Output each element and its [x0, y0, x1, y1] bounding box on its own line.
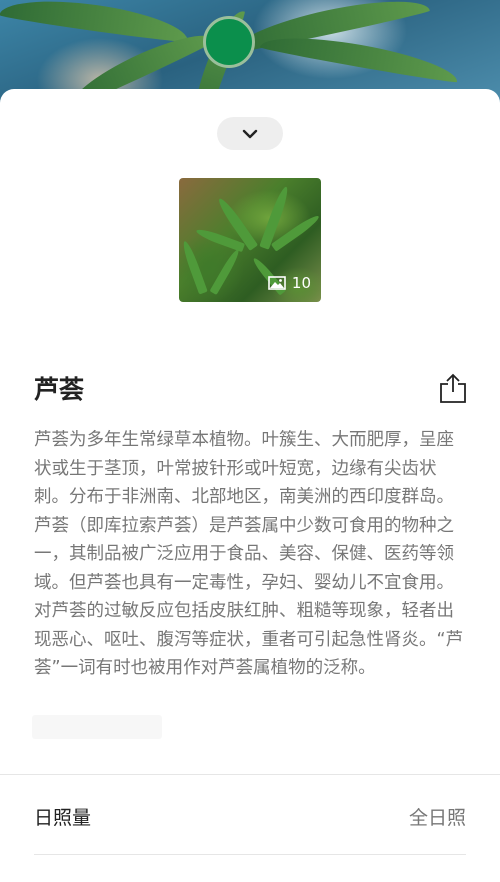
- shutter-button[interactable]: [203, 16, 255, 68]
- plant-leaf: [180, 239, 208, 295]
- attribute-value-sunlight: 全日照: [408, 807, 466, 829]
- plant-photo-thumbnail[interactable]: 10: [179, 178, 321, 302]
- chevron-down-icon: [242, 129, 258, 138]
- divider: [34, 854, 466, 855]
- blurred-placeholder: [32, 715, 162, 739]
- plant-leaf: [209, 247, 242, 295]
- photo-count-badge: 10: [268, 274, 311, 292]
- plant-title: 芦荟: [34, 375, 85, 404]
- plant-description: 芦荟为多年生常绿草本植物。叶簇生、大而肥厚，呈座状或生于茎顶，叶常披针形或叶短宽…: [34, 430, 464, 678]
- photo-count: 10: [291, 274, 311, 292]
- image-icon: [268, 276, 286, 290]
- attribute-label-sunlight: 日照量: [34, 807, 92, 829]
- plant-info-sheet: 10 芦荟 芦荟为多年生常绿草本植物。叶簇生、大而肥厚，呈座状或生于茎顶，叶常披…: [0, 89, 500, 882]
- share-icon[interactable]: [440, 373, 466, 403]
- divider: [0, 774, 500, 775]
- plant-leaf: [0, 0, 191, 45]
- collapse-button[interactable]: [217, 117, 283, 150]
